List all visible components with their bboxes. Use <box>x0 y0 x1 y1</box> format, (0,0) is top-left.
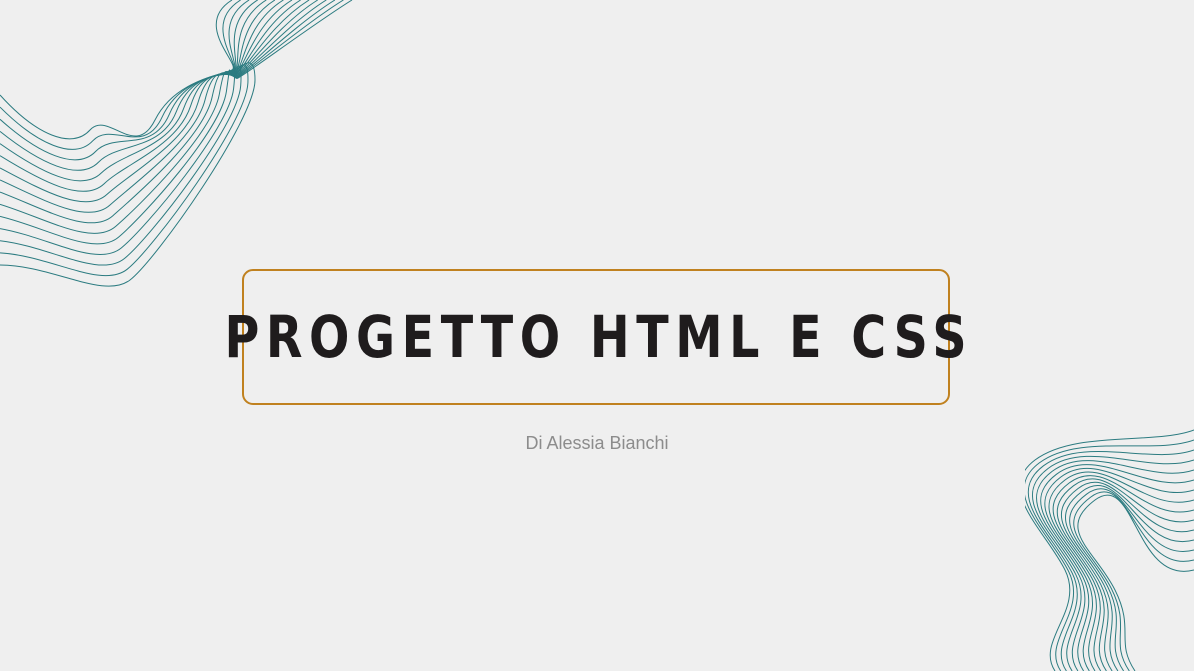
presentation-slide: PROGETTO HTML E CSS Di Alessia Bianchi <box>0 0 1194 671</box>
wave-line <box>0 0 234 140</box>
wave-line <box>1025 439 1194 671</box>
wave-line <box>1027 449 1194 671</box>
title-frame: PROGETTO HTML E CSS <box>225 269 967 405</box>
decorative-wave-lines-bottom-right <box>1025 429 1194 671</box>
wave-line <box>1073 491 1194 671</box>
wave-line <box>0 0 284 203</box>
wave-line <box>1025 429 1194 671</box>
wave-line <box>0 0 318 245</box>
wave-line <box>0 0 258 171</box>
slide-subtitle: Di Alessia Bianchi <box>525 433 669 453</box>
wave-line <box>0 0 301 224</box>
wave-line <box>0 0 276 192</box>
decorative-wave-lines-top-left <box>0 0 353 287</box>
wave-line <box>0 0 310 234</box>
slide-title: PROGETTO HTML E CSS <box>224 303 974 371</box>
